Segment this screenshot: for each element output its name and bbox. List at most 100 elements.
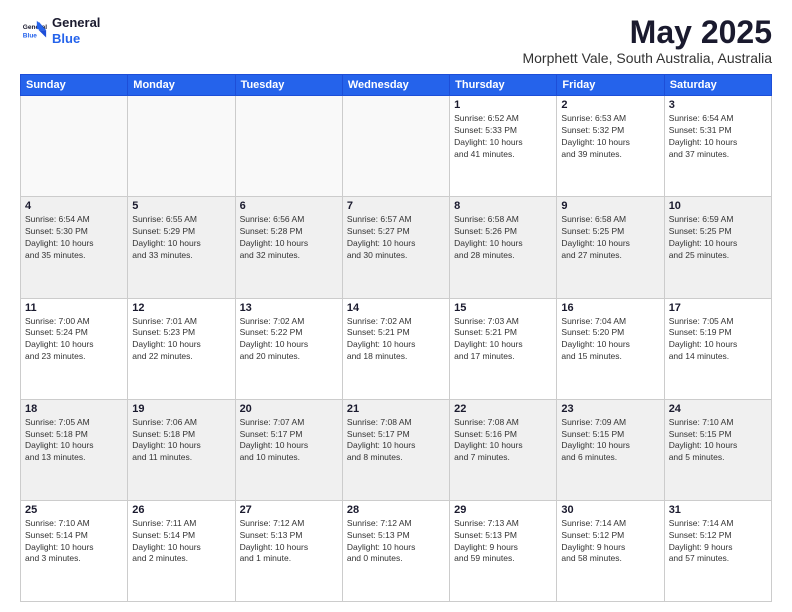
subtitle: Morphett Vale, South Australia, Australi… xyxy=(522,50,772,66)
day-number: 3 xyxy=(669,99,767,111)
day-number: 9 xyxy=(561,200,659,212)
day-info: Sunrise: 7:14 AM Sunset: 5:12 PM Dayligh… xyxy=(561,518,659,566)
calendar-cell: 29 Sunrise: 7:13 AM Sunset: 5:13 PM Dayli… xyxy=(450,500,557,601)
calendar-week-row: 25 Sunrise: 7:10 AM Sunset: 5:14 PM Dayli… xyxy=(21,500,772,601)
day-info: Sunrise: 7:13 AM Sunset: 5:13 PM Dayligh… xyxy=(454,518,552,566)
day-number: 23 xyxy=(561,403,659,415)
calendar-cell: 1 Sunrise: 6:52 AM Sunset: 5:33 PM Daylig… xyxy=(450,96,557,197)
calendar-cell: 3 Sunrise: 6:54 AM Sunset: 5:31 PM Daylig… xyxy=(664,96,771,197)
calendar-cell: 23 Sunrise: 7:09 AM Sunset: 5:15 PM Dayli… xyxy=(557,399,664,500)
day-info: Sunrise: 7:14 AM Sunset: 5:12 PM Dayligh… xyxy=(669,518,767,566)
day-number: 18 xyxy=(25,403,123,415)
day-info: Sunrise: 7:10 AM Sunset: 5:14 PM Dayligh… xyxy=(25,518,123,566)
day-number: 30 xyxy=(561,504,659,516)
day-number: 26 xyxy=(132,504,230,516)
calendar-day-header: Sunday xyxy=(21,75,128,96)
day-number: 28 xyxy=(347,504,445,516)
day-number: 20 xyxy=(240,403,338,415)
day-info: Sunrise: 6:57 AM Sunset: 5:27 PM Dayligh… xyxy=(347,214,445,262)
main-title: May 2025 xyxy=(522,15,772,50)
day-info: Sunrise: 6:56 AM Sunset: 5:28 PM Dayligh… xyxy=(240,214,338,262)
day-number: 19 xyxy=(132,403,230,415)
calendar-cell: 6 Sunrise: 6:56 AM Sunset: 5:28 PM Daylig… xyxy=(235,197,342,298)
day-info: Sunrise: 7:12 AM Sunset: 5:13 PM Dayligh… xyxy=(347,518,445,566)
calendar-cell: 15Sunrise: 7:03 AM Sunset: 5:21 PM Dayli… xyxy=(450,298,557,399)
logo: General Blue General Blue xyxy=(20,15,100,46)
day-info: Sunrise: 7:05 AM Sunset: 5:19 PM Dayligh… xyxy=(669,316,767,364)
calendar-cell: 12 Sunrise: 7:01 AM Sunset: 5:23 PM Dayli… xyxy=(128,298,235,399)
calendar-cell: 28 Sunrise: 7:12 AM Sunset: 5:13 PM Dayli… xyxy=(342,500,449,601)
day-number: 16 xyxy=(561,302,659,314)
day-number: 13 xyxy=(240,302,338,314)
day-info: Sunrise: 6:52 AM Sunset: 5:33 PM Dayligh… xyxy=(454,113,552,161)
day-info: Sunrise: 7:06 AM Sunset: 5:18 PM Dayligh… xyxy=(132,417,230,465)
day-info: Sunrise: 7:05 AM Sunset: 5:18 PM Dayligh… xyxy=(25,417,123,465)
day-info: Sunrise: 7:02 AM Sunset: 5:21 PM Dayligh… xyxy=(347,316,445,364)
calendar-cell: 30 Sunrise: 7:14 AM Sunset: 5:12 PM Dayli… xyxy=(557,500,664,601)
calendar-day-header: Tuesday xyxy=(235,75,342,96)
calendar-cell: 19 Sunrise: 7:06 AM Sunset: 5:18 PM Dayli… xyxy=(128,399,235,500)
day-info: Sunrise: 6:58 AM Sunset: 5:25 PM Dayligh… xyxy=(561,214,659,262)
day-number: 2 xyxy=(561,99,659,111)
calendar-cell: 20 Sunrise: 7:07 AM Sunset: 5:17 PM Dayli… xyxy=(235,399,342,500)
calendar-week-row: 11Sunrise: 7:00 AM Sunset: 5:24 PM Dayli… xyxy=(21,298,772,399)
calendar-cell: 22 Sunrise: 7:08 AM Sunset: 5:16 PM Dayli… xyxy=(450,399,557,500)
calendar-cell: 27 Sunrise: 7:12 AM Sunset: 5:13 PM Dayli… xyxy=(235,500,342,601)
day-number: 6 xyxy=(240,200,338,212)
calendar-cell: 16Sunrise: 7:04 AM Sunset: 5:20 PM Dayli… xyxy=(557,298,664,399)
day-info: Sunrise: 6:54 AM Sunset: 5:31 PM Dayligh… xyxy=(669,113,767,161)
day-info: Sunrise: 7:08 AM Sunset: 5:16 PM Dayligh… xyxy=(454,417,552,465)
calendar-cell xyxy=(128,96,235,197)
day-info: Sunrise: 7:09 AM Sunset: 5:15 PM Dayligh… xyxy=(561,417,659,465)
day-number: 7 xyxy=(347,200,445,212)
calendar-cell: 11Sunrise: 7:00 AM Sunset: 5:24 PM Dayli… xyxy=(21,298,128,399)
day-number: 24 xyxy=(669,403,767,415)
calendar-cell: 25 Sunrise: 7:10 AM Sunset: 5:14 PM Dayli… xyxy=(21,500,128,601)
calendar-cell xyxy=(235,96,342,197)
calendar-cell: 7 Sunrise: 6:57 AM Sunset: 5:27 PM Daylig… xyxy=(342,197,449,298)
day-number: 31 xyxy=(669,504,767,516)
day-info: Sunrise: 7:03 AM Sunset: 5:21 PM Dayligh… xyxy=(454,316,552,364)
day-info: Sunrise: 7:11 AM Sunset: 5:14 PM Dayligh… xyxy=(132,518,230,566)
calendar-cell: 14 Sunrise: 7:02 AM Sunset: 5:21 PM Dayli… xyxy=(342,298,449,399)
calendar-week-row: 1 Sunrise: 6:52 AM Sunset: 5:33 PM Daylig… xyxy=(21,96,772,197)
day-info: Sunrise: 7:07 AM Sunset: 5:17 PM Dayligh… xyxy=(240,417,338,465)
day-number: 17 xyxy=(669,302,767,314)
day-info: Sunrise: 7:00 AM Sunset: 5:24 PM Dayligh… xyxy=(25,316,123,364)
calendar-cell: 24 Sunrise: 7:10 AM Sunset: 5:15 PM Dayli… xyxy=(664,399,771,500)
day-number: 27 xyxy=(240,504,338,516)
day-info: Sunrise: 6:55 AM Sunset: 5:29 PM Dayligh… xyxy=(132,214,230,262)
calendar-cell: 4Sunrise: 6:54 AM Sunset: 5:30 PM Daylig… xyxy=(21,197,128,298)
day-info: Sunrise: 6:53 AM Sunset: 5:32 PM Dayligh… xyxy=(561,113,659,161)
day-number: 1 xyxy=(454,99,552,111)
day-info: Sunrise: 6:54 AM Sunset: 5:30 PM Dayligh… xyxy=(25,214,123,262)
calendar-cell: 17 Sunrise: 7:05 AM Sunset: 5:19 PM Dayli… xyxy=(664,298,771,399)
calendar-day-header: Wednesday xyxy=(342,75,449,96)
calendar-cell: 31 Sunrise: 7:14 AM Sunset: 5:12 PM Dayli… xyxy=(664,500,771,601)
day-info: Sunrise: 7:10 AM Sunset: 5:15 PM Dayligh… xyxy=(669,417,767,465)
calendar-cell: 13Sunrise: 7:02 AM Sunset: 5:22 PM Dayli… xyxy=(235,298,342,399)
svg-text:Blue: Blue xyxy=(23,32,37,39)
day-number: 25 xyxy=(25,504,123,516)
day-number: 14 xyxy=(347,302,445,314)
day-number: 5 xyxy=(132,200,230,212)
day-info: Sunrise: 7:12 AM Sunset: 5:13 PM Dayligh… xyxy=(240,518,338,566)
calendar-cell: 18 Sunrise: 7:05 AM Sunset: 5:18 PM Dayli… xyxy=(21,399,128,500)
day-number: 29 xyxy=(454,504,552,516)
calendar-cell: 8Sunrise: 6:58 AM Sunset: 5:26 PM Daylig… xyxy=(450,197,557,298)
calendar-week-row: 4Sunrise: 6:54 AM Sunset: 5:30 PM Daylig… xyxy=(21,197,772,298)
calendar-cell xyxy=(342,96,449,197)
calendar-table: SundayMondayTuesdayWednesdayThursdayFrid… xyxy=(20,74,772,602)
day-number: 8 xyxy=(454,200,552,212)
calendar-cell: 21Sunrise: 7:08 AM Sunset: 5:17 PM Dayli… xyxy=(342,399,449,500)
calendar-week-row: 18 Sunrise: 7:05 AM Sunset: 5:18 PM Dayli… xyxy=(21,399,772,500)
header: General Blue General Blue May 2025 Morph… xyxy=(20,15,772,66)
day-info: Sunrise: 7:01 AM Sunset: 5:23 PM Dayligh… xyxy=(132,316,230,364)
calendar-cell: 2 Sunrise: 6:53 AM Sunset: 5:32 PM Daylig… xyxy=(557,96,664,197)
calendar-header-row: SundayMondayTuesdayWednesdayThursdayFrid… xyxy=(21,75,772,96)
calendar-cell: 5 Sunrise: 6:55 AM Sunset: 5:29 PM Daylig… xyxy=(128,197,235,298)
day-number: 12 xyxy=(132,302,230,314)
calendar-cell: 10Sunrise: 6:59 AM Sunset: 5:25 PM Dayli… xyxy=(664,197,771,298)
day-number: 22 xyxy=(454,403,552,415)
calendar-day-header: Friday xyxy=(557,75,664,96)
